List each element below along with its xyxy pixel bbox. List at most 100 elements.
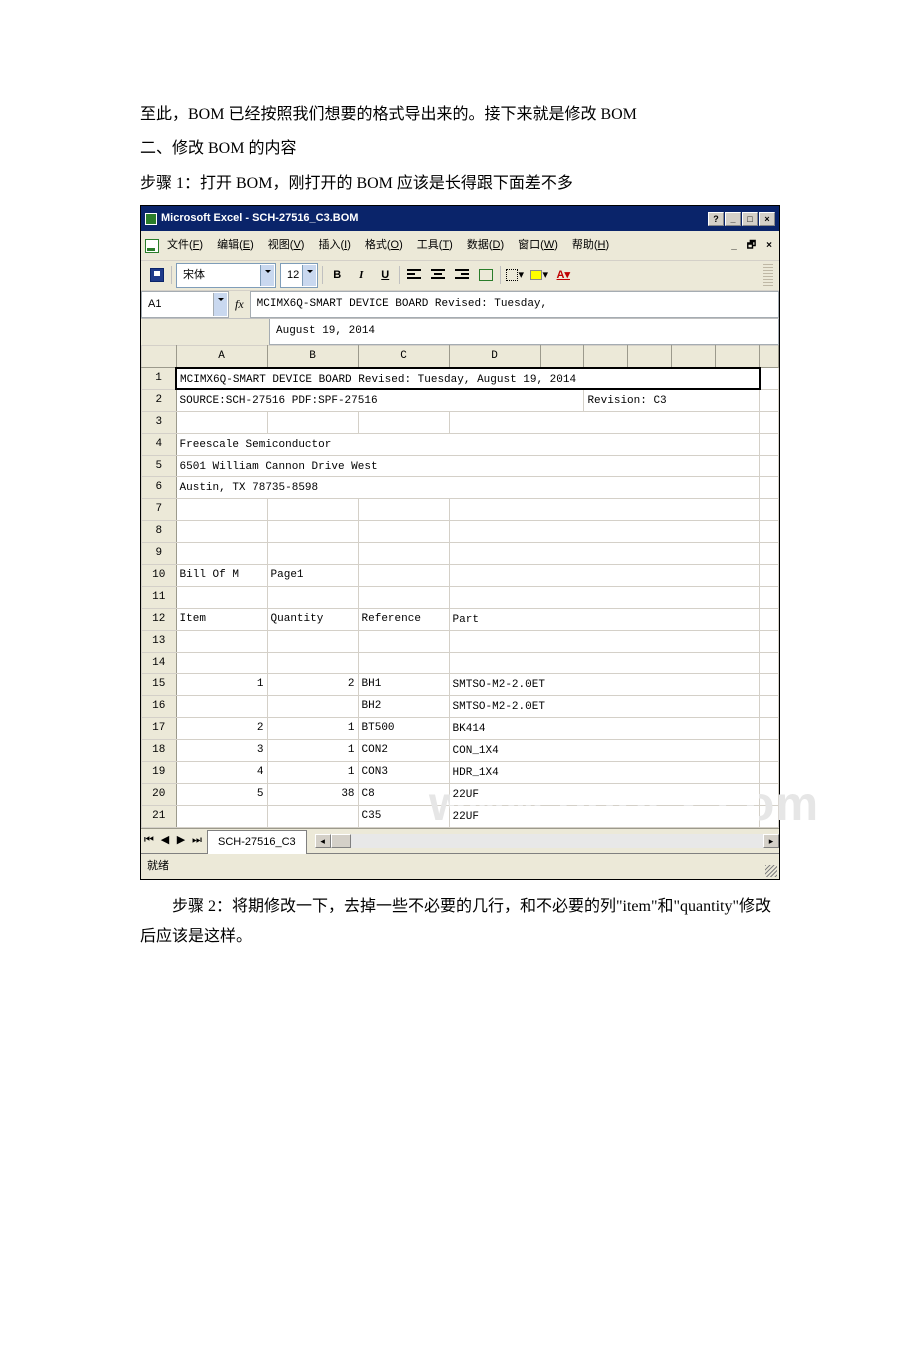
row-header[interactable]: 13 (142, 630, 177, 652)
vertical-scrollbar[interactable] (760, 455, 779, 477)
cell[interactable]: C8 (358, 783, 449, 805)
vertical-scrollbar[interactable] (760, 389, 779, 411)
vertical-scrollbar[interactable] (760, 805, 779, 827)
vertical-scrollbar[interactable] (760, 433, 779, 455)
cell[interactable]: Item (176, 608, 267, 630)
menu-view[interactable]: 视图(V) (262, 233, 311, 258)
menu-insert[interactable]: 插入(I) (312, 233, 356, 258)
formula-bar-line1[interactable]: MCIMX6Q-SMART DEVICE BOARD Revised: Tues… (250, 291, 779, 318)
name-box[interactable]: A1 (141, 291, 229, 318)
table-row[interactable]: 1941CON3HDR_1X4 (142, 762, 779, 784)
cell[interactable]: HDR_1X4 (449, 762, 760, 784)
cell[interactable] (358, 652, 449, 674)
cell[interactable] (176, 543, 267, 565)
column-header[interactable]: C (358, 345, 449, 367)
table-row[interactable]: 3 (142, 411, 779, 433)
cell[interactable] (176, 521, 267, 543)
table-row[interactable]: 7 (142, 499, 779, 521)
cell[interactable]: SOURCE:SCH-27516 PDF:SPF-27516 (176, 389, 584, 411)
italic-button[interactable]: I (351, 265, 371, 285)
cell[interactable]: 1 (267, 762, 358, 784)
sheet-tab[interactable]: SCH-27516_C3 (207, 830, 307, 854)
minimize-button[interactable]: _ (725, 212, 741, 226)
cell[interactable]: Austin, TX 78735-8598 (176, 477, 760, 499)
cell[interactable]: C35 (358, 805, 449, 827)
align-center-button[interactable] (428, 265, 448, 285)
table-row[interactable]: 4Freescale Semiconductor (142, 433, 779, 455)
row-header[interactable]: 9 (142, 543, 177, 565)
table-row[interactable]: 13 (142, 630, 779, 652)
tab-next-button[interactable]: ▶ (173, 833, 189, 849)
table-row[interactable]: 20538C822UF (142, 783, 779, 805)
table-row[interactable]: 12ItemQuantityReferencePart (142, 608, 779, 630)
close-button[interactable]: × (759, 212, 775, 226)
cell[interactable] (267, 630, 358, 652)
merge-center-button[interactable] (476, 265, 496, 285)
vertical-scrollbar[interactable] (760, 608, 779, 630)
menu-edit[interactable]: 编辑(E) (211, 233, 260, 258)
fill-color-button[interactable]: ▾ (529, 265, 549, 285)
cell[interactable] (449, 652, 760, 674)
table-row[interactable]: 14 (142, 652, 779, 674)
cell[interactable] (358, 521, 449, 543)
cell[interactable]: CON2 (358, 740, 449, 762)
cell[interactable] (449, 499, 760, 521)
vertical-scrollbar[interactable] (760, 718, 779, 740)
cell[interactable] (267, 411, 358, 433)
cell[interactable] (449, 630, 760, 652)
table-row[interactable]: 16BH2SMTSO-M2-2.0ET (142, 696, 779, 718)
cell[interactable] (358, 630, 449, 652)
cell[interactable]: 6501 William Cannon Drive West (176, 455, 760, 477)
row-header[interactable]: 17 (142, 718, 177, 740)
cell[interactable]: BH2 (358, 696, 449, 718)
row-header[interactable]: 10 (142, 565, 177, 587)
underline-button[interactable]: U (375, 265, 395, 285)
table-row[interactable]: 8 (142, 521, 779, 543)
row-header[interactable]: 21 (142, 805, 177, 827)
toolbar-options-handle[interactable] (763, 264, 773, 286)
menu-file[interactable]: 文件(F) (161, 233, 209, 258)
cell[interactable] (267, 521, 358, 543)
row-header[interactable]: 4 (142, 433, 177, 455)
worksheet-grid[interactable]: A B C D 1MCIMX6Q-SMART DEVICE BOARD Revi… (141, 345, 779, 828)
horizontal-scrollbar[interactable]: ◂ ▸ (315, 833, 779, 849)
inner-minimize-button[interactable]: _ (728, 236, 740, 255)
row-header[interactable]: 6 (142, 477, 177, 499)
table-row[interactable]: 9 (142, 543, 779, 565)
row-header[interactable]: 19 (142, 762, 177, 784)
table-row[interactable]: 1512BH1SMTSO-M2-2.0ET (142, 674, 779, 696)
font-name-select[interactable]: 宋体 (176, 263, 276, 288)
table-row[interactable]: 6Austin, TX 78735-8598 (142, 477, 779, 499)
row-header[interactable]: 14 (142, 652, 177, 674)
cell[interactable]: 1 (176, 674, 267, 696)
vertical-scrollbar[interactable] (760, 696, 779, 718)
cell[interactable]: Quantity (267, 608, 358, 630)
cell[interactable] (267, 499, 358, 521)
cell[interactable] (267, 652, 358, 674)
cell[interactable]: Page1 (267, 565, 358, 587)
vertical-scrollbar[interactable] (760, 543, 779, 565)
cell[interactable]: Bill Of M (176, 565, 267, 587)
cell[interactable] (176, 696, 267, 718)
cell[interactable]: Reference (358, 608, 449, 630)
row-header[interactable]: 5 (142, 455, 177, 477)
menu-window[interactable]: 窗口(W) (512, 233, 564, 258)
maximize-button[interactable]: □ (742, 212, 758, 226)
scroll-right-button[interactable]: ▸ (763, 834, 779, 848)
row-header[interactable]: 8 (142, 521, 177, 543)
inner-restore-button[interactable]: 🗗 (744, 236, 759, 255)
row-header[interactable]: 1 (142, 368, 177, 390)
table-row[interactable]: 1721BT500BK414 (142, 718, 779, 740)
vertical-scrollbar[interactable] (760, 586, 779, 608)
cell[interactable] (176, 805, 267, 827)
cell[interactable]: CON3 (358, 762, 449, 784)
table-row[interactable]: 11 (142, 586, 779, 608)
resize-grip[interactable] (765, 865, 777, 877)
cell[interactable]: BK414 (449, 718, 760, 740)
cell[interactable]: Freescale Semiconductor (176, 433, 760, 455)
cell[interactable]: BH1 (358, 674, 449, 696)
row-header[interactable]: 11 (142, 586, 177, 608)
cell[interactable] (449, 411, 760, 433)
vertical-scrollbar[interactable] (760, 652, 779, 674)
cell[interactable] (449, 565, 760, 587)
